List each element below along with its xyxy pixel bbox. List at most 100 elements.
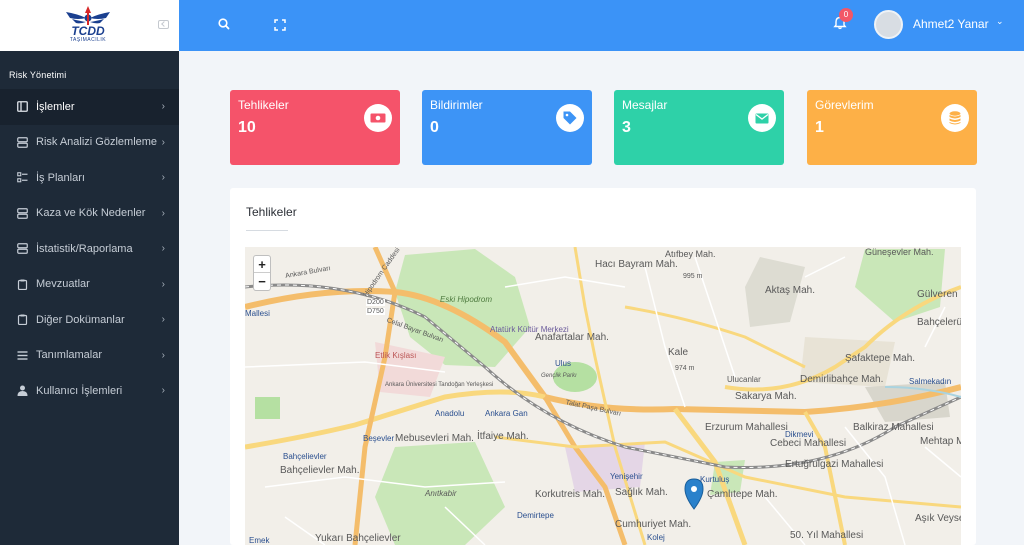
map-label: Gülveren <box>917 289 958 300</box>
map-label: D200 <box>366 299 385 306</box>
sidebar-item-kaza-kok-nedenler[interactable]: Kaza ve Kök Nedenler › <box>0 196 179 232</box>
map-label: Kale <box>668 347 689 358</box>
map-label: Mebusevleri Mah. <box>395 433 474 444</box>
map-label: Ankara Gan <box>485 409 528 418</box>
map-label: Emek <box>249 536 270 545</box>
sidebar-item-mevzuatlar[interactable]: Mevzuatlar › <box>0 267 179 303</box>
map-label: 974 m <box>675 365 695 372</box>
map-label: Güneşevler Mah. <box>865 247 934 257</box>
panel-divider <box>246 230 288 231</box>
map-label: Şafaktepe Mah. <box>845 353 916 364</box>
map-label: Anıtkabir <box>425 489 457 498</box>
tehlikeler-panel: Tehlikeler + − Hacı Bayram Mah. Atıfbey … <box>230 188 976 545</box>
logo-subtext: TAŞIMACILIK <box>69 37 107 43</box>
fullscreen-icon[interactable] <box>274 18 286 31</box>
sidebar-item-label: Kullanıcı İşlemleri <box>36 384 123 397</box>
map-label: Aşık Veysel Mah. <box>915 513 961 524</box>
notification-badge: 0 <box>839 8 853 22</box>
tags-icon <box>556 104 584 132</box>
card-label: Mesajlar <box>622 98 668 112</box>
sidebar-item-label: Mevzuatlar <box>36 278 90 291</box>
chevron-right-icon: › <box>161 349 165 361</box>
zoom-control: + − <box>253 255 271 291</box>
map-label: Mallesi <box>245 309 270 318</box>
sidebar-item-risk-analizi[interactable]: Risk Analizi Gözlemleme › <box>0 125 179 161</box>
server-icon <box>17 136 28 148</box>
chevron-right-icon: › <box>161 243 165 254</box>
map-label: Kolej <box>647 533 665 542</box>
sidebar-item-is-planlari[interactable]: İş Planları › <box>0 160 179 196</box>
map-label: Yukarı Bahçelievler <box>315 533 401 544</box>
sidebar-item-diger-dokumanlar[interactable]: Diğer Dokümanlar › <box>0 302 179 338</box>
sidebar-item-label: İşlemler <box>36 100 75 113</box>
map-label: Ulucanlar <box>727 375 761 384</box>
map-label: Anadolu <box>435 409 465 418</box>
map-label: Sakarya Mah. <box>735 391 797 402</box>
card-tehlikeler[interactable]: Tehlikeler 10 <box>230 90 400 165</box>
map-label: İtfaiye Mah. <box>477 431 529 442</box>
clipboard-icon <box>17 279 28 290</box>
avatar[interactable] <box>874 10 903 39</box>
map-label: Ankara Üniversitesi Tandoğan Yerleşkesi <box>385 382 494 388</box>
map-label: Sağlık Mah. <box>615 487 668 498</box>
sidebar-item-kullanici-islemleri[interactable]: Kullanıcı İşlemleri › <box>0 373 179 409</box>
map-tiles <box>245 247 961 545</box>
map-label: Gençlik Parkı <box>541 373 577 379</box>
map-label: Balkiraz Mahallesi <box>853 422 934 433</box>
user-icon <box>17 385 28 397</box>
card-value: 3 <box>622 119 631 136</box>
card-bildirimler[interactable]: Bildirimler 0 <box>422 90 592 165</box>
card-label: Tehlikeler <box>238 98 289 112</box>
sidebar-item-islemler[interactable]: İşlemler › <box>0 89 179 125</box>
sidebar-item-istatistik-raporlama[interactable]: İstatistik/Raporlama › <box>0 231 179 267</box>
card-value: 10 <box>238 119 256 136</box>
card-mesajlar[interactable]: Mesajlar 3 <box>614 90 784 165</box>
chevron-right-icon: › <box>161 278 165 290</box>
clipboard-icon <box>17 314 28 326</box>
zoom-in-button[interactable]: + <box>254 256 270 273</box>
map-label: Korkutreis Mah. <box>535 489 606 500</box>
bars-icon <box>17 350 28 361</box>
tcdd-logo[interactable]: TCDD TAŞIMACILIK <box>62 4 114 48</box>
search-icon[interactable] <box>217 17 231 31</box>
map-label: Cumhuriyet Mah. <box>615 519 692 530</box>
map-label: 995 m <box>683 273 703 280</box>
map-label: Kurtuluş <box>700 475 730 484</box>
map-label: Aktaş Mah. <box>765 285 816 296</box>
server-icon <box>17 243 28 255</box>
map-label: Mehtap M. <box>920 436 961 447</box>
map-label: Demirtepe <box>517 511 554 520</box>
map-label: Salmekadın <box>909 377 952 386</box>
map-view[interactable]: + − Hacı Bayram Mah. Atıfbey Mah. Aktaş … <box>245 247 961 545</box>
chevron-right-icon: › <box>161 207 165 219</box>
chevron-right-icon: › <box>161 172 165 183</box>
sidebar-toggle-icon[interactable] <box>158 20 169 29</box>
sidebar-item-label: Diğer Dokümanlar <box>36 313 125 326</box>
panel-title: Tehlikeler <box>246 205 297 219</box>
map-label: Demirlibahçe Mah. <box>800 374 884 385</box>
logo-emblem <box>66 6 110 25</box>
map-label: 50. Yıl Mahallesi <box>790 530 864 541</box>
map-label: Erzurum Mahallesi <box>705 422 788 433</box>
map-label: Beşevler <box>363 434 395 443</box>
chevron-down-icon[interactable]: ⌄ <box>996 16 1004 27</box>
sidebar-item-tanimlamalar[interactable]: Tanımlamalar › <box>0 338 179 374</box>
sidebar-section-title: Risk Yönetimi <box>9 70 67 80</box>
map-label: Cebeci Mahallesi <box>770 438 847 449</box>
zoom-out-button[interactable]: − <box>254 273 270 290</box>
chevron-right-icon: › <box>161 314 165 325</box>
map-label: D750 <box>366 308 385 315</box>
sidebar-item-label: İş Planları <box>36 171 85 184</box>
chevron-right-icon: › <box>161 101 165 112</box>
user-name[interactable]: Ahmet2 Yanar <box>913 17 989 31</box>
map-label: Etlik Kışlası <box>375 351 417 360</box>
logo-area: TCDD TAŞIMACILIK <box>0 0 179 51</box>
map-label: Ulus <box>555 359 572 368</box>
card-label: Bildirimler <box>430 98 483 112</box>
server-icon <box>17 207 28 219</box>
sidebar-item-label: Kaza ve Kök Nedenler <box>36 207 146 220</box>
chevron-right-icon: › <box>161 136 165 148</box>
logo-text: TCDD <box>71 24 105 38</box>
card-gorevlerim[interactable]: Görevlerim 1 <box>807 90 977 165</box>
card-value: 1 <box>815 119 824 136</box>
